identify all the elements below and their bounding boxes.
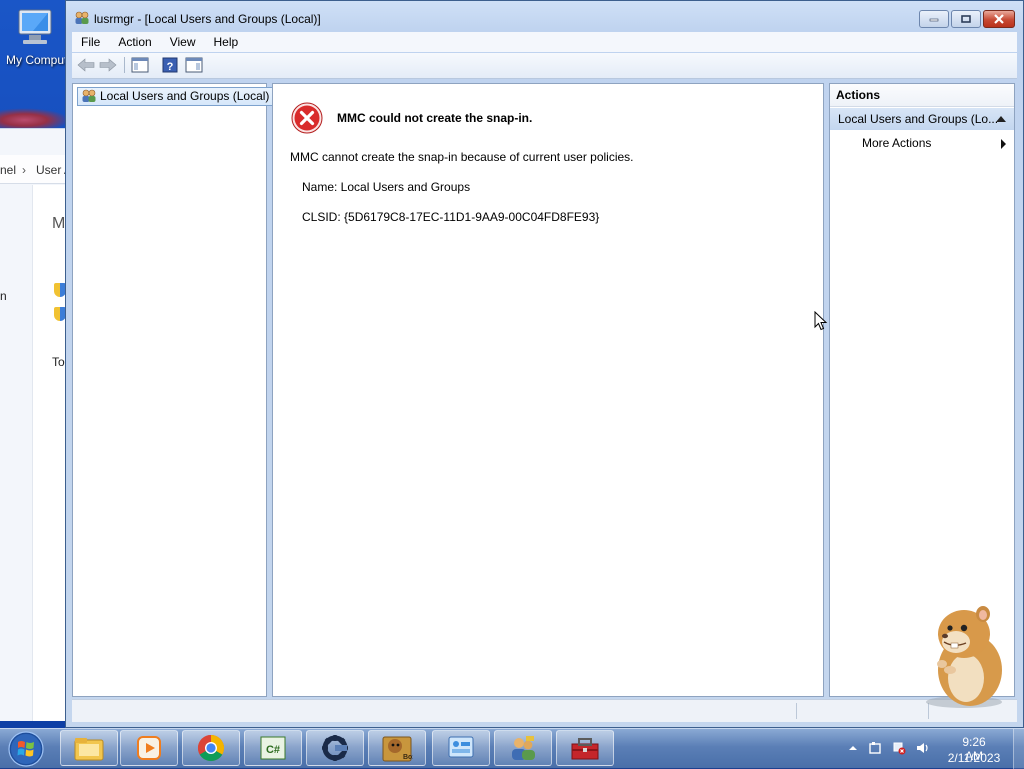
menu-action[interactable]: Action bbox=[109, 32, 160, 52]
toolbar-separator bbox=[124, 57, 125, 73]
close-icon bbox=[994, 14, 1004, 24]
svg-text:?: ? bbox=[167, 61, 174, 73]
help-icon: ? bbox=[162, 57, 178, 73]
minimize-button[interactable] bbox=[919, 10, 949, 28]
menu-bar: File Action View Help bbox=[72, 32, 1017, 52]
restore-icon bbox=[961, 15, 971, 23]
taskbar-toolbox-app[interactable] bbox=[556, 730, 614, 766]
toolbox-icon bbox=[571, 738, 599, 760]
toolbar: ? bbox=[72, 53, 1017, 79]
error-icon bbox=[291, 102, 323, 134]
back-arrow-icon bbox=[77, 58, 95, 72]
show-hide-action-pane-icon bbox=[185, 57, 203, 73]
csharp-icon: C# bbox=[260, 736, 286, 760]
mmc-window: lusrmgr - [Local Users and Groups (Local… bbox=[65, 0, 1024, 728]
actions-group-header[interactable]: Local Users and Groups (Lo... bbox=[830, 108, 1014, 130]
show-hide-console-tree-button[interactable] bbox=[130, 56, 150, 74]
svg-text:C#: C# bbox=[266, 744, 280, 756]
collapse-arrow-icon[interactable] bbox=[996, 116, 1006, 122]
breadcrumb-separator: › bbox=[22, 163, 26, 177]
volume-icon[interactable] bbox=[916, 741, 930, 755]
forward-arrow-icon bbox=[99, 58, 117, 72]
menu-file[interactable]: File bbox=[72, 32, 109, 52]
desktop-icon-my-computer[interactable]: My Comput bbox=[6, 8, 68, 67]
actions-header: Actions bbox=[830, 84, 1014, 107]
box-app-icon: Box bbox=[382, 736, 413, 762]
menu-view[interactable]: View bbox=[161, 32, 205, 52]
task-link[interactable]: n bbox=[0, 289, 7, 303]
desktop-icon-label: My Comput bbox=[6, 53, 68, 67]
control-panel-icon bbox=[448, 736, 474, 758]
show-desktop-button[interactable] bbox=[1013, 729, 1024, 769]
tree-node-label: Local Users and Groups (Local) bbox=[100, 89, 270, 103]
taskbar-csharp-editor[interactable]: C# bbox=[244, 730, 302, 766]
title-bar[interactable]: lusrmgr - [Local Users and Groups (Local… bbox=[66, 1, 1023, 33]
users-groups-icon bbox=[82, 89, 96, 102]
network-error-icon[interactable] bbox=[892, 741, 906, 755]
users-groups-icon bbox=[75, 11, 89, 24]
help-button[interactable]: ? bbox=[160, 56, 180, 74]
cheat-engine-icon bbox=[322, 735, 348, 761]
media-player-icon bbox=[137, 736, 161, 760]
tree-node-local-users-and-groups[interactable]: Local Users and Groups (Local) bbox=[77, 87, 275, 106]
forward-button[interactable] bbox=[98, 56, 118, 74]
mouse-cursor-icon bbox=[814, 311, 828, 331]
result-pane: MMC could not create the snap-in. MMC ca… bbox=[272, 83, 824, 697]
maximize-button[interactable] bbox=[951, 10, 981, 28]
taskbar-chrome[interactable] bbox=[182, 730, 240, 766]
close-button[interactable] bbox=[983, 10, 1015, 28]
status-bar bbox=[72, 699, 1017, 722]
start-button[interactable] bbox=[4, 730, 48, 768]
taskbar-cheat-engine[interactable] bbox=[306, 730, 364, 766]
more-actions-item[interactable]: More Actions bbox=[862, 136, 931, 150]
error-message: MMC cannot create the snap-in because of… bbox=[290, 150, 634, 164]
actions-group-label: Local Users and Groups (Lo... bbox=[838, 112, 999, 126]
folder-icon bbox=[74, 738, 104, 761]
submenu-arrow-icon bbox=[1001, 139, 1006, 149]
menu-help[interactable]: Help bbox=[205, 32, 248, 52]
page-heading: M bbox=[52, 215, 66, 232]
window-title: lusrmgr - [Local Users and Groups (Local… bbox=[94, 12, 321, 26]
error-title: MMC could not create the snap-in. bbox=[337, 111, 533, 125]
taskbar-explorer[interactable] bbox=[60, 730, 118, 766]
minimize-icon bbox=[929, 18, 939, 22]
taskbar-media-player[interactable] bbox=[120, 730, 178, 766]
users-icon bbox=[512, 736, 535, 760]
taskbar: C# Box 9:26 AM 2/11/2023 bbox=[0, 728, 1024, 769]
clock-date[interactable]: 2/11/2023 bbox=[944, 751, 1004, 765]
console-tree: Local Users and Groups (Local) bbox=[72, 83, 275, 697]
task-link[interactable]: To bbox=[52, 355, 65, 369]
taskbar-users-app[interactable] bbox=[494, 730, 552, 766]
show-hidden-icons-icon[interactable] bbox=[846, 741, 860, 755]
snapin-clsid: CLSID: {5D6179C8-17EC-11D1-9AA9-00C04FD8… bbox=[302, 210, 600, 224]
taskbar-control-panel[interactable] bbox=[432, 730, 490, 766]
status-separator bbox=[796, 703, 797, 719]
chrome-icon bbox=[197, 734, 225, 762]
snapin-name: Name: Local Users and Groups bbox=[302, 180, 471, 194]
taskbar-box-app[interactable]: Box bbox=[368, 730, 426, 766]
show-hide-action-pane-button[interactable] bbox=[184, 56, 204, 74]
breadcrumb-item[interactable]: nel bbox=[0, 163, 16, 177]
svg-text:Box: Box bbox=[403, 754, 413, 761]
action-center-icon[interactable] bbox=[868, 741, 882, 755]
computer-icon bbox=[18, 9, 52, 44]
show-hide-console-tree-icon bbox=[131, 57, 149, 73]
hamster-pet-icon bbox=[926, 606, 1002, 708]
back-button[interactable] bbox=[76, 56, 96, 74]
